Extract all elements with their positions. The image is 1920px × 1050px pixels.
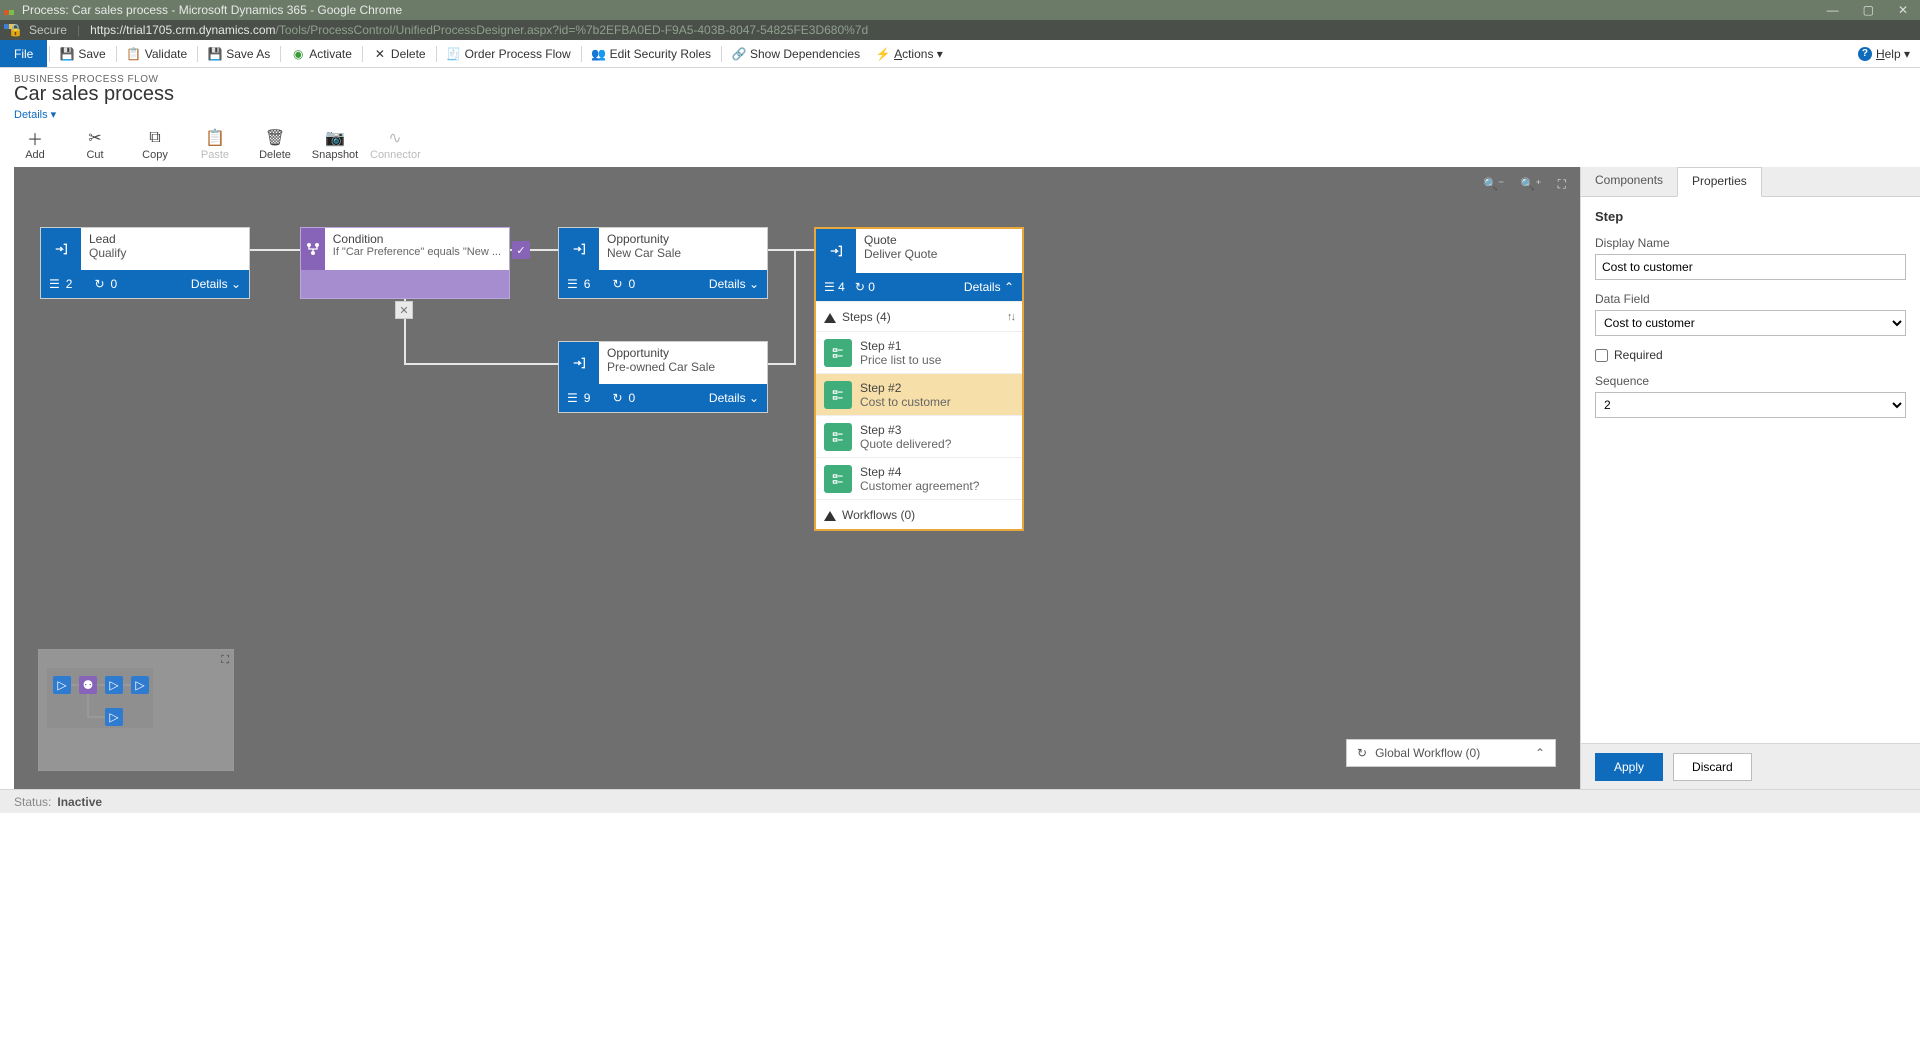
discard-button[interactable]: Discard	[1673, 753, 1752, 781]
window-titlebar: Process: Car sales process - Microsoft D…	[0, 0, 1920, 20]
workflows-section-header[interactable]: Workflows (0)	[816, 499, 1022, 529]
zoom-in-icon[interactable]: 🔍⁺	[1520, 177, 1541, 192]
steps-icon: ☰	[567, 391, 578, 405]
display-name-input[interactable]	[1595, 254, 1906, 280]
validate-button[interactable]: 📋Validate	[119, 40, 195, 67]
stage-lead[interactable]: LeadQualify ☰2 ↻0 Details ⌄	[40, 227, 250, 299]
cut-button[interactable]: ✂Cut	[70, 127, 120, 161]
reorder-arrows-icon[interactable]: ↑↓	[1007, 311, 1014, 323]
stage-opportunity-new[interactable]: OpportunityNew Car Sale ☰6 ↻0 Details ⌄	[558, 227, 768, 299]
paste-button[interactable]: 📋Paste	[190, 127, 240, 161]
window-minimize-icon[interactable]: —	[1827, 3, 1839, 17]
steps-icon: ☰	[49, 277, 60, 291]
file-menu[interactable]: File	[0, 40, 47, 67]
refresh-icon: ↻	[612, 391, 622, 405]
panel-section-title: Step	[1595, 209, 1906, 224]
designer-toolbar: ＋Add ✂Cut ⧉Copy 📋Paste 🗑Delete 📷Snapshot…	[0, 123, 1920, 167]
show-dependencies-button[interactable]: 🔗Show Dependencies	[724, 40, 868, 67]
zoom-out-icon[interactable]: 🔍⁻	[1483, 177, 1504, 192]
step-icon	[824, 381, 852, 409]
lock-icon: 🔒	[8, 23, 23, 37]
refresh-icon: ↻	[94, 277, 104, 291]
steps-icon: ☰	[824, 280, 835, 294]
add-button[interactable]: ＋Add	[10, 127, 60, 161]
steps-section-header[interactable]: Steps (4) ↑↓	[816, 301, 1022, 331]
tab-properties[interactable]: Properties	[1677, 167, 1762, 197]
step-row-2[interactable]: Step #2Cost to customer	[816, 373, 1022, 415]
fit-screen-icon[interactable]: ⛶	[1558, 177, 1566, 192]
condition-false-badge: ✕	[395, 301, 413, 319]
delete-tool-button[interactable]: 🗑Delete	[250, 127, 300, 161]
page-title: Car sales process	[14, 83, 1906, 106]
address-bar: 🔒 Secure | https://trial1705.crm.dynamic…	[0, 20, 1920, 40]
expand-icon	[824, 511, 836, 521]
step-row-3[interactable]: Step #3Quote delivered?	[816, 415, 1022, 457]
display-name-label: Display Name	[1595, 236, 1906, 250]
properties-panel: Components Properties Step Display Name …	[1580, 167, 1920, 789]
minimap[interactable]: ⛶ ▷ ⚉ ▷ ▷ ▷	[38, 649, 234, 771]
help-button[interactable]: ?Help ▾	[1858, 47, 1920, 61]
order-process-flow-button[interactable]: 🧾Order Process Flow	[439, 40, 579, 67]
delete-button[interactable]: ✕Delete	[365, 40, 434, 67]
stage-details-toggle[interactable]: Details ⌄	[709, 277, 759, 291]
window-title: Process: Car sales process - Microsoft D…	[22, 3, 402, 17]
stage-icon	[559, 342, 599, 384]
saveas-button[interactable]: 💾Save As	[200, 40, 278, 67]
step-row-1[interactable]: Step #1Price list to use	[816, 331, 1022, 373]
step-icon	[824, 339, 852, 367]
refresh-icon: ↻	[612, 277, 622, 291]
step-icon	[824, 423, 852, 451]
edit-security-roles-button[interactable]: 👥Edit Security Roles	[584, 40, 719, 67]
stage-icon	[41, 228, 81, 270]
copy-button[interactable]: ⧉Copy	[130, 127, 180, 161]
step-row-4[interactable]: Step #4Customer agreement?	[816, 457, 1022, 499]
stage-details-toggle[interactable]: Details ⌄	[191, 277, 241, 291]
step-icon	[824, 465, 852, 493]
chevron-up-icon[interactable]: ⌃	[1535, 746, 1545, 760]
required-checkbox[interactable]	[1595, 349, 1608, 362]
stage-icon	[816, 229, 856, 273]
refresh-icon: ↻	[1357, 746, 1367, 760]
stage-icon	[559, 228, 599, 270]
stage-opportunity-preowned[interactable]: OpportunityPre-owned Car Sale ☰9 ↻0 Deta…	[558, 341, 768, 413]
page-header: BUSINESS PROCESS FLOW Car sales process …	[0, 68, 1920, 123]
app-icon	[4, 4, 16, 16]
window-close-icon[interactable]: ✕	[1898, 3, 1908, 17]
stage-quote[interactable]: QuoteDeliver Quote ☰ 4 ↻ 0 Details ⌃ Ste…	[814, 227, 1024, 531]
actions-menu[interactable]: ⚡Actions ▾	[868, 40, 951, 67]
connector-button[interactable]: ∿Connector	[370, 127, 420, 161]
window-maximize-icon[interactable]: ▢	[1863, 3, 1874, 17]
minimap-expand-icon[interactable]: ⛶	[221, 654, 229, 667]
sequence-label: Sequence	[1595, 374, 1906, 388]
sequence-select[interactable]: 2	[1595, 392, 1906, 418]
expand-icon	[824, 313, 836, 323]
condition-node[interactable]: ConditionIf "Car Preference" equals "New…	[300, 227, 510, 299]
condition-true-badge: ✓	[512, 241, 530, 259]
data-field-select[interactable]: Cost to customer	[1595, 310, 1906, 336]
global-workflow-bar[interactable]: ↻ Global Workflow (0) ⌃	[1346, 739, 1556, 767]
designer-canvas[interactable]: 🔍⁻ 🔍⁺ ⛶ LeadQualify ☰2 ↻0 Details ⌄	[14, 167, 1580, 789]
refresh-icon: ↻	[855, 280, 865, 294]
status-value: Inactive	[57, 795, 102, 809]
activate-button[interactable]: ◉Activate	[283, 40, 360, 67]
secure-label: Secure	[29, 23, 67, 37]
url[interactable]: https://trial1705.crm.dynamics.com/Tools…	[90, 23, 868, 37]
apply-button[interactable]: Apply	[1595, 753, 1663, 781]
tab-components[interactable]: Components	[1581, 167, 1677, 196]
stage-details-toggle[interactable]: Details ⌄	[709, 391, 759, 405]
data-field-label: Data Field	[1595, 292, 1906, 306]
ribbon: File 💾Save 📋Validate 💾Save As ◉Activate …	[0, 40, 1920, 68]
stage-details-toggle[interactable]: Details ⌃	[964, 280, 1014, 294]
status-bar: Status: Inactive	[0, 789, 1920, 813]
snapshot-button[interactable]: 📷Snapshot	[310, 127, 360, 161]
status-label: Status:	[14, 795, 51, 809]
save-button[interactable]: 💾Save	[52, 40, 113, 67]
details-toggle[interactable]: Details ▾	[14, 108, 56, 121]
steps-icon: ☰	[567, 277, 578, 291]
condition-icon	[301, 228, 325, 270]
required-label: Required	[1614, 348, 1663, 362]
